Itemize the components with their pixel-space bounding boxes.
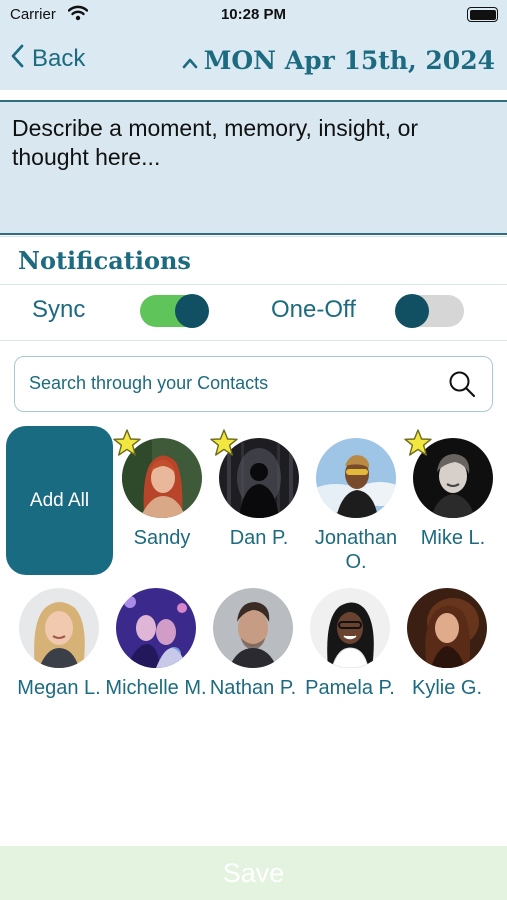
- contact-name: Dan P.: [229, 527, 289, 549]
- add-all-button[interactable]: Add All: [6, 426, 113, 575]
- divider: [0, 236, 507, 237]
- contact-name: Sandy: [133, 527, 191, 549]
- date-picker-button[interactable]: MON Apr 15th, 2024: [182, 42, 495, 78]
- contact-name: Pamela P.: [305, 677, 395, 699]
- chevron-left-icon: [10, 44, 24, 75]
- toggle-knob: [175, 294, 209, 328]
- contact-name: Kylie G.: [411, 677, 483, 699]
- note-input[interactable]: [12, 114, 495, 221]
- divider: [0, 284, 507, 285]
- note-box: [0, 100, 507, 235]
- battery-icon: [467, 7, 498, 22]
- contact-name: Jonathan O.: [314, 527, 398, 573]
- contact-name: Nathan P.: [209, 677, 297, 699]
- search-icon[interactable]: [448, 370, 476, 398]
- sync-toggle[interactable]: [140, 294, 209, 328]
- contact-name: Michelle M.: [105, 677, 207, 699]
- contact-name: Mike L.: [420, 527, 486, 549]
- notifications-title: Notifications: [18, 246, 191, 275]
- sync-label: Sync: [32, 296, 86, 323]
- divider: [0, 340, 507, 341]
- avatar: [310, 588, 390, 668]
- avatar: [213, 588, 293, 668]
- nav-bar: Back MON Apr 15th, 2024: [0, 30, 507, 90]
- contact-name: Megan L.: [17, 677, 101, 699]
- contact-search-input[interactable]: [29, 357, 439, 410]
- toggle-knob: [395, 294, 429, 328]
- avatar: [116, 588, 196, 668]
- back-label: Back: [32, 45, 86, 72]
- date-label: MON Apr 15th, 2024: [203, 45, 495, 75]
- one-off-label: One-Off: [271, 296, 356, 323]
- favorite-star-icon: [209, 428, 239, 458]
- one-off-toggle[interactable]: [395, 294, 464, 328]
- favorite-star-icon: [403, 428, 433, 458]
- back-button[interactable]: Back: [10, 42, 85, 76]
- clock: 10:28 PM: [220, 6, 287, 23]
- chevron-up-icon: [182, 46, 198, 75]
- avatar: [407, 588, 487, 668]
- avatar: [19, 588, 99, 668]
- favorite-star-icon: [112, 428, 142, 458]
- contact-search-box: [14, 356, 493, 412]
- save-button[interactable]: Save: [0, 846, 507, 900]
- avatar: [316, 438, 396, 518]
- status-bar: Carrier 10:28 PM: [0, 0, 507, 30]
